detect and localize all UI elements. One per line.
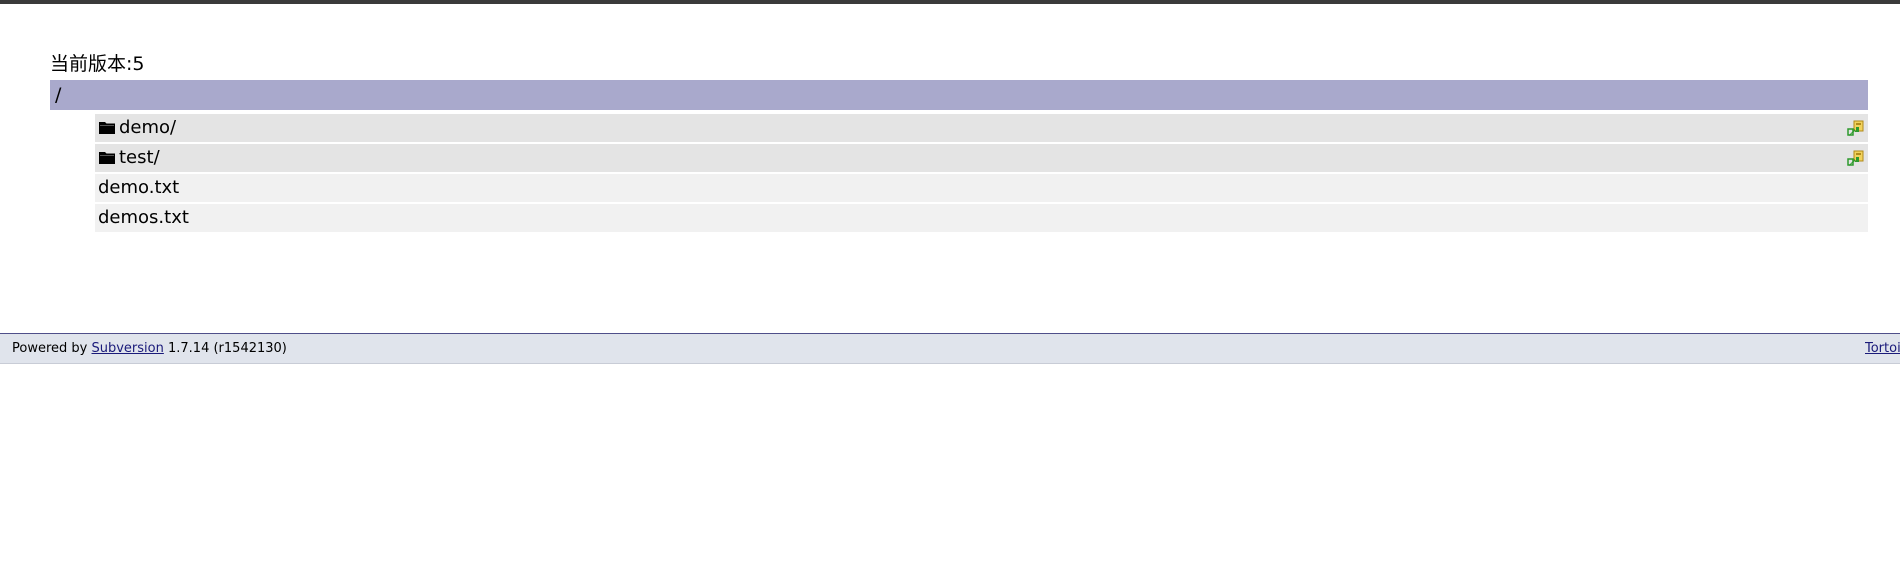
top-border <box>0 0 1900 4</box>
dir-link[interactable]: test/ <box>119 144 160 172</box>
file-link[interactable]: demo.txt <box>98 174 179 202</box>
revision-label: 当前版本:5 <box>50 53 145 75</box>
footer: Powered by Subversion 1.7.14 (r1542130) … <box>0 333 1900 364</box>
tortoisesvn-link[interactable]: TortoiseSVN <box>1865 341 1900 356</box>
checkout-icon[interactable] <box>1847 149 1865 167</box>
file-row-demo-txt[interactable]: demo.txt <box>95 174 1868 202</box>
file-link[interactable]: demos.txt <box>98 204 189 232</box>
version-text: 1.7.14 (r1542130) <box>168 341 287 356</box>
powered-by: Powered by Subversion 1.7.14 (r1542130) <box>12 334 287 363</box>
current-path-bar: / <box>50 80 1868 110</box>
powered-by-prefix: Powered by <box>12 341 88 356</box>
folder-icon <box>99 122 115 134</box>
dir-row-test[interactable]: test/ <box>95 144 1868 172</box>
subversion-link[interactable]: Subversion <box>92 341 164 356</box>
dir-row-demo[interactable]: demo/ <box>95 114 1868 142</box>
dir-link[interactable]: demo/ <box>119 114 176 142</box>
tortoisesvn-container: TortoiseSVN <box>1865 334 1900 363</box>
folder-icon <box>99 152 115 164</box>
checkout-icon[interactable] <box>1847 119 1865 137</box>
current-path: / <box>55 84 62 106</box>
file-row-demos-txt[interactable]: demos.txt <box>95 204 1868 232</box>
